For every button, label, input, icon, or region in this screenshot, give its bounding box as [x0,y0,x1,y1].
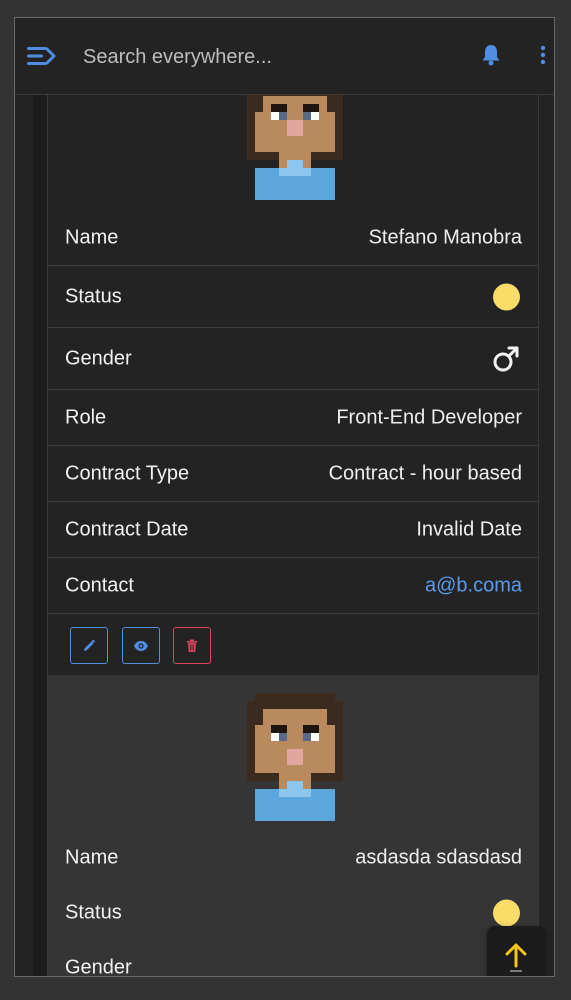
role-label: Role [65,406,107,428]
gender-label: Gender [65,956,132,976]
status-row: Status [48,885,538,940]
search-input[interactable] [81,40,445,74]
employee-list: Name Stefano Manobra Status Gender Role … [15,95,554,976]
view-button[interactable] [122,627,160,664]
contract-date-row: Contract Date Invalid Date [48,502,538,558]
delete-button[interactable] [173,627,211,664]
employee-card: Name Stefano Manobra Status Gender Role … [47,95,539,677]
contact-row: Contact a@b.coma [48,558,538,614]
contract-type-row: Contract Type Contract - hour based [48,446,538,502]
app-frame: Name Stefano Manobra Status Gender Role … [14,17,555,977]
contact-email-link[interactable]: a@b.coma [425,574,522,597]
contact-label: Contact [65,574,134,596]
avatar-container [48,95,538,210]
role-row: Role Front-End Developer [48,390,538,446]
scroll-to-top-button[interactable] [487,926,545,976]
eye-icon [134,640,148,651]
gender-row: Gender [48,940,538,976]
status-indicator [493,899,520,926]
contract-type-value: Contract - hour based [328,462,522,484]
card-actions [48,614,538,677]
arrow-up-icon [505,943,527,968]
pencil-icon [84,638,96,651]
more-vertical-icon[interactable] [539,45,547,65]
trash-icon [187,639,197,652]
avatar-container [48,675,538,830]
status-row: Status [48,266,538,328]
name-value: asdasda sdasdasd [355,846,522,868]
name-value: Stefano Manobra [368,226,522,248]
contract-type-label: Contract Type [65,462,190,484]
status-label: Status [65,901,122,923]
name-row: Name Stefano Manobra [48,210,538,266]
contract-date-label: Contract Date [65,518,189,540]
employee-card: Name asdasda sdasdasd Status Gender [47,675,539,976]
male-symbol-icon [493,346,519,371]
menu-arrow-icon[interactable] [27,44,57,68]
contract-date-value: Invalid Date [416,518,522,540]
list-gutter [33,95,47,976]
avatar [247,693,343,821]
name-label: Name [65,846,119,868]
bell-icon[interactable] [481,44,501,66]
scroll-indicator [510,970,522,972]
top-bar [15,18,554,95]
status-label: Status [65,285,122,307]
name-label: Name [65,226,119,248]
status-indicator [493,283,520,310]
avatar [247,95,343,200]
gender-row: Gender [48,328,538,390]
edit-button[interactable] [70,627,108,664]
role-value: Front-End Developer [336,406,522,428]
name-row: Name asdasda sdasdasd [48,830,538,885]
gender-label: Gender [65,347,132,369]
